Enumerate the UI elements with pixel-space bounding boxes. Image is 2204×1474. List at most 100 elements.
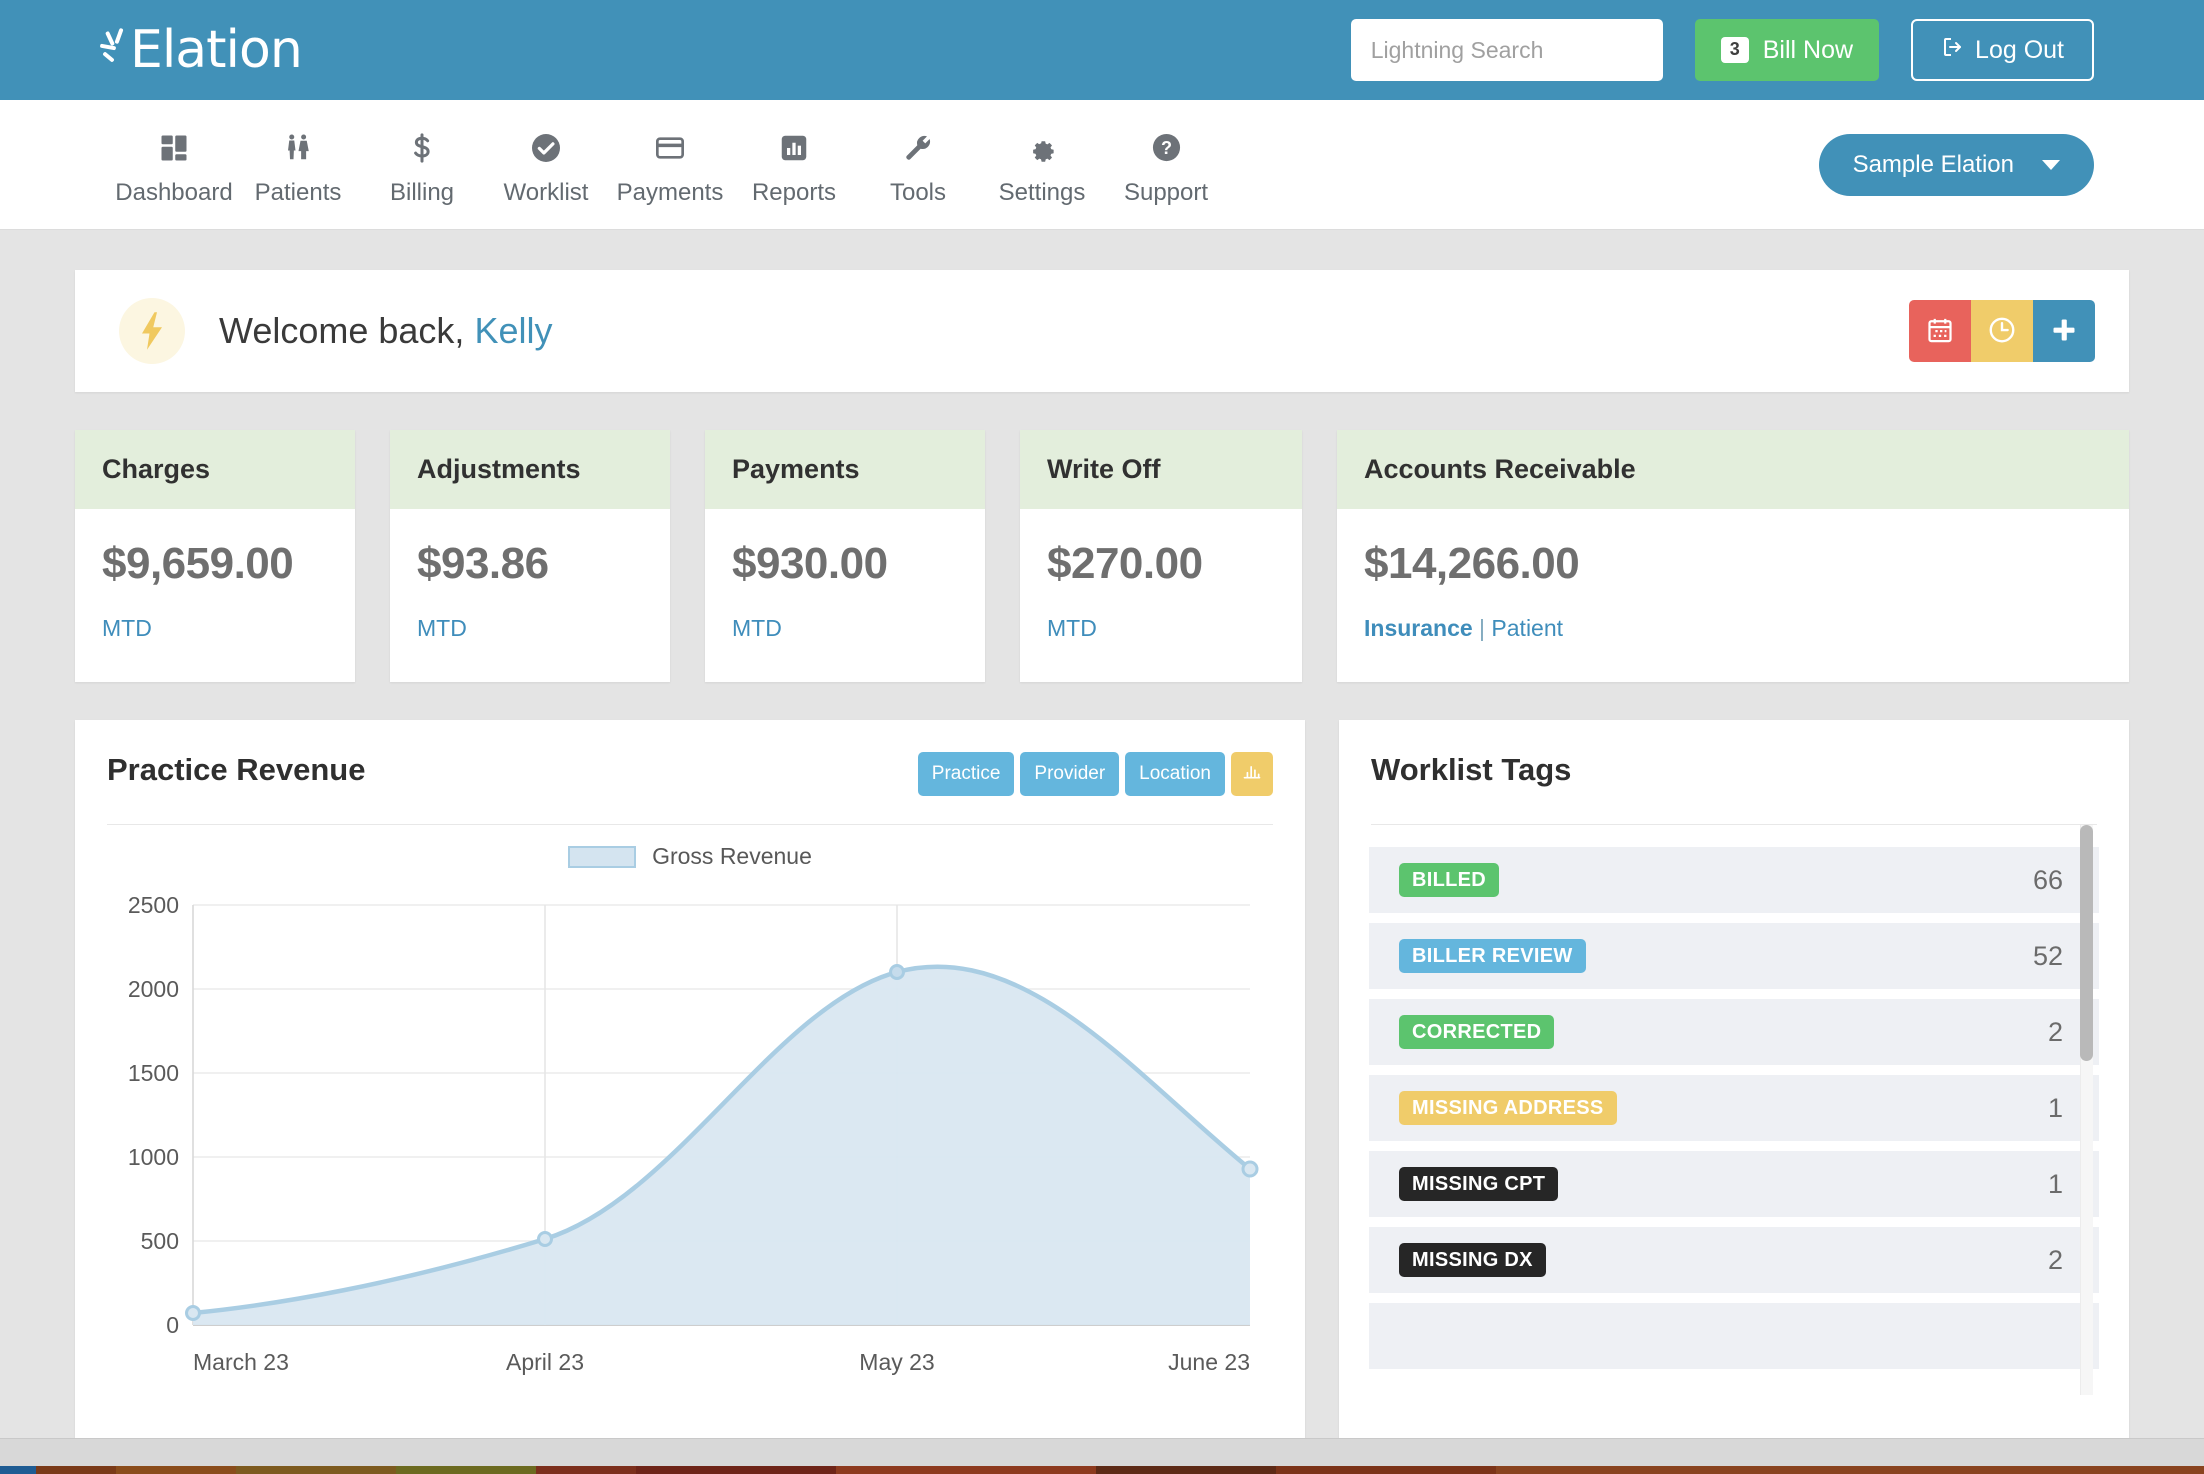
kpi-link-separator: | (1479, 615, 1485, 641)
nav-label: Patients (255, 179, 342, 207)
kpi-link-insurance[interactable]: Insurance (1364, 615, 1473, 641)
nav-label: Reports (752, 179, 836, 207)
kpi-card-charges: Charges $9,659.00 MTD (75, 430, 355, 682)
worklist-tag-row[interactable]: MISSING CPT 1 (1369, 1151, 2099, 1217)
bill-now-label: Bill Now (1763, 36, 1853, 65)
welcome-username: Kelly (474, 310, 552, 351)
top-header-bar: Elation 3 Bill Now Log Out (0, 0, 2204, 100)
bill-now-button[interactable]: 3 Bill Now (1695, 19, 1879, 81)
kpi-title: Accounts Receivable (1337, 430, 2129, 509)
nav-label: Worklist (504, 179, 589, 207)
worklist-tag-row-partial[interactable] (1369, 1303, 2099, 1369)
worklist-tag-row[interactable]: BILLER REVIEW 52 (1369, 923, 2099, 989)
worklist-scrollbar-thumb[interactable] (2080, 825, 2093, 1061)
main-content: Welcome back, Kelly (0, 230, 2204, 1448)
kpi-link-patient[interactable]: Patient (1491, 615, 1563, 641)
calendar-button[interactable] (1909, 300, 1971, 362)
kpi-sub-link[interactable]: MTD (417, 615, 467, 641)
kpi-sub-link[interactable]: MTD (732, 615, 782, 641)
panel-title: Practice Revenue (107, 752, 365, 788)
kpi-value: $9,659.00 (102, 539, 328, 589)
chart-area-fill (193, 967, 1250, 1325)
worklist-tag-row[interactable]: CORRECTED 2 (1369, 999, 2099, 1065)
xtick-march: March 23 (193, 1349, 289, 1375)
tag-badge: MISSING ADDRESS (1399, 1091, 1617, 1125)
nav-items: Dashboard Patients Bil (112, 123, 1228, 207)
welcome-action-buttons (1909, 300, 2095, 362)
nav-item-reports[interactable]: Reports (732, 123, 856, 207)
tag-count: 2 (2048, 1017, 2063, 1048)
xtick-april: April 23 (506, 1349, 584, 1375)
svg-text:?: ? (1160, 138, 1171, 158)
chart-svg: 0 500 1000 1500 2000 2500 March 23 April… (75, 825, 1305, 1425)
filter-practice-button[interactable]: Practice (918, 752, 1015, 796)
tag-count: 1 (2048, 1169, 2063, 1200)
welcome-greeting: Welcome back, (219, 310, 464, 351)
ytick-1000: 1000 (128, 1144, 179, 1170)
tag-count: 2 (2048, 1245, 2063, 1276)
logout-label: Log Out (1975, 36, 2064, 65)
worklist-tag-row[interactable]: MISSING DX 2 (1369, 1227, 2099, 1293)
nav-item-worklist[interactable]: Worklist (484, 123, 608, 207)
search-input[interactable] (1351, 19, 1663, 81)
chart-point-may (891, 966, 904, 979)
ytick-0: 0 (166, 1312, 179, 1338)
panel-title: Worklist Tags (1371, 752, 1571, 788)
worklist-tag-row[interactable]: BILLED 66 (1369, 847, 2099, 913)
kpi-sub-link[interactable]: MTD (102, 615, 152, 641)
add-button[interactable] (2033, 300, 2095, 362)
welcome-banner: Welcome back, Kelly (75, 270, 2129, 392)
logout-icon (1941, 35, 1965, 66)
desktop-taskbar (0, 1438, 2204, 1466)
chart-type-button[interactable] (1231, 752, 1273, 796)
nav-item-dashboard[interactable]: Dashboard (112, 123, 236, 207)
calendar-icon (1926, 316, 1954, 347)
nav-label: Payments (617, 179, 724, 207)
worklist-tags-list[interactable]: BILLED 66 BILLER REVIEW 52 CORRECTED 2 M… (1369, 825, 2099, 1405)
nav-item-support[interactable]: ? Support (1104, 123, 1228, 207)
nav-label: Dashboard (115, 179, 232, 207)
nav-item-settings[interactable]: Settings (980, 123, 1104, 207)
clock-button[interactable] (1971, 300, 2033, 362)
kpi-title: Write Off (1020, 430, 1302, 509)
nav-item-patients[interactable]: Patients (236, 123, 360, 207)
nav-label: Tools (890, 179, 946, 207)
tag-badge: MISSING CPT (1399, 1167, 1558, 1201)
credit-card-icon (654, 129, 686, 167)
kpi-title: Payments (705, 430, 985, 509)
chart-point-april (539, 1233, 552, 1246)
chart-filter-buttons: Practice Provider Location (918, 752, 1273, 796)
ytick-1500: 1500 (128, 1060, 179, 1086)
tag-badge: BILLER REVIEW (1399, 939, 1586, 973)
nav-item-payments[interactable]: Payments (608, 123, 732, 207)
logout-button[interactable]: Log Out (1911, 19, 2094, 81)
practice-revenue-panel: Practice Revenue Practice Provider Locat… (75, 720, 1305, 1448)
header-actions: 3 Bill Now Log Out (1351, 19, 2094, 81)
xtick-may: May 23 (859, 1349, 934, 1375)
tag-badge: CORRECTED (1399, 1015, 1554, 1049)
bar-chart-icon (780, 129, 808, 167)
chevron-down-icon (2042, 160, 2060, 170)
practice-revenue-chart: Gross Revenue (75, 825, 1305, 1425)
filter-provider-button[interactable]: Provider (1020, 752, 1119, 796)
kpi-value: $14,266.00 (1364, 539, 2102, 589)
filter-location-button[interactable]: Location (1125, 752, 1225, 796)
desktop-dock-strip (0, 1466, 2204, 1474)
question-circle-icon: ? (1151, 129, 1182, 167)
clock-icon (1987, 315, 2017, 348)
nav-label: Support (1124, 179, 1208, 207)
kpi-value: $93.86 (417, 539, 643, 589)
kpi-cards-row: Charges $9,659.00 MTD Adjustments $93.86… (75, 430, 2129, 682)
nav-item-tools[interactable]: Tools (856, 123, 980, 207)
worklist-tag-row[interactable]: MISSING ADDRESS 1 (1369, 1075, 2099, 1141)
kpi-card-payments: Payments $930.00 MTD (705, 430, 985, 682)
chart-legend: Gross Revenue (75, 843, 1305, 870)
nav-item-billing[interactable]: Billing (360, 123, 484, 207)
practice-selector-dropdown[interactable]: Sample Elation (1819, 134, 2094, 196)
check-circle-icon (530, 129, 562, 167)
tag-badge: BILLED (1399, 863, 1499, 897)
nav-label: Settings (999, 179, 1086, 207)
elation-logo[interactable]: Elation (100, 24, 302, 76)
kpi-sub-link[interactable]: MTD (1047, 615, 1097, 641)
ytick-500: 500 (141, 1228, 179, 1254)
